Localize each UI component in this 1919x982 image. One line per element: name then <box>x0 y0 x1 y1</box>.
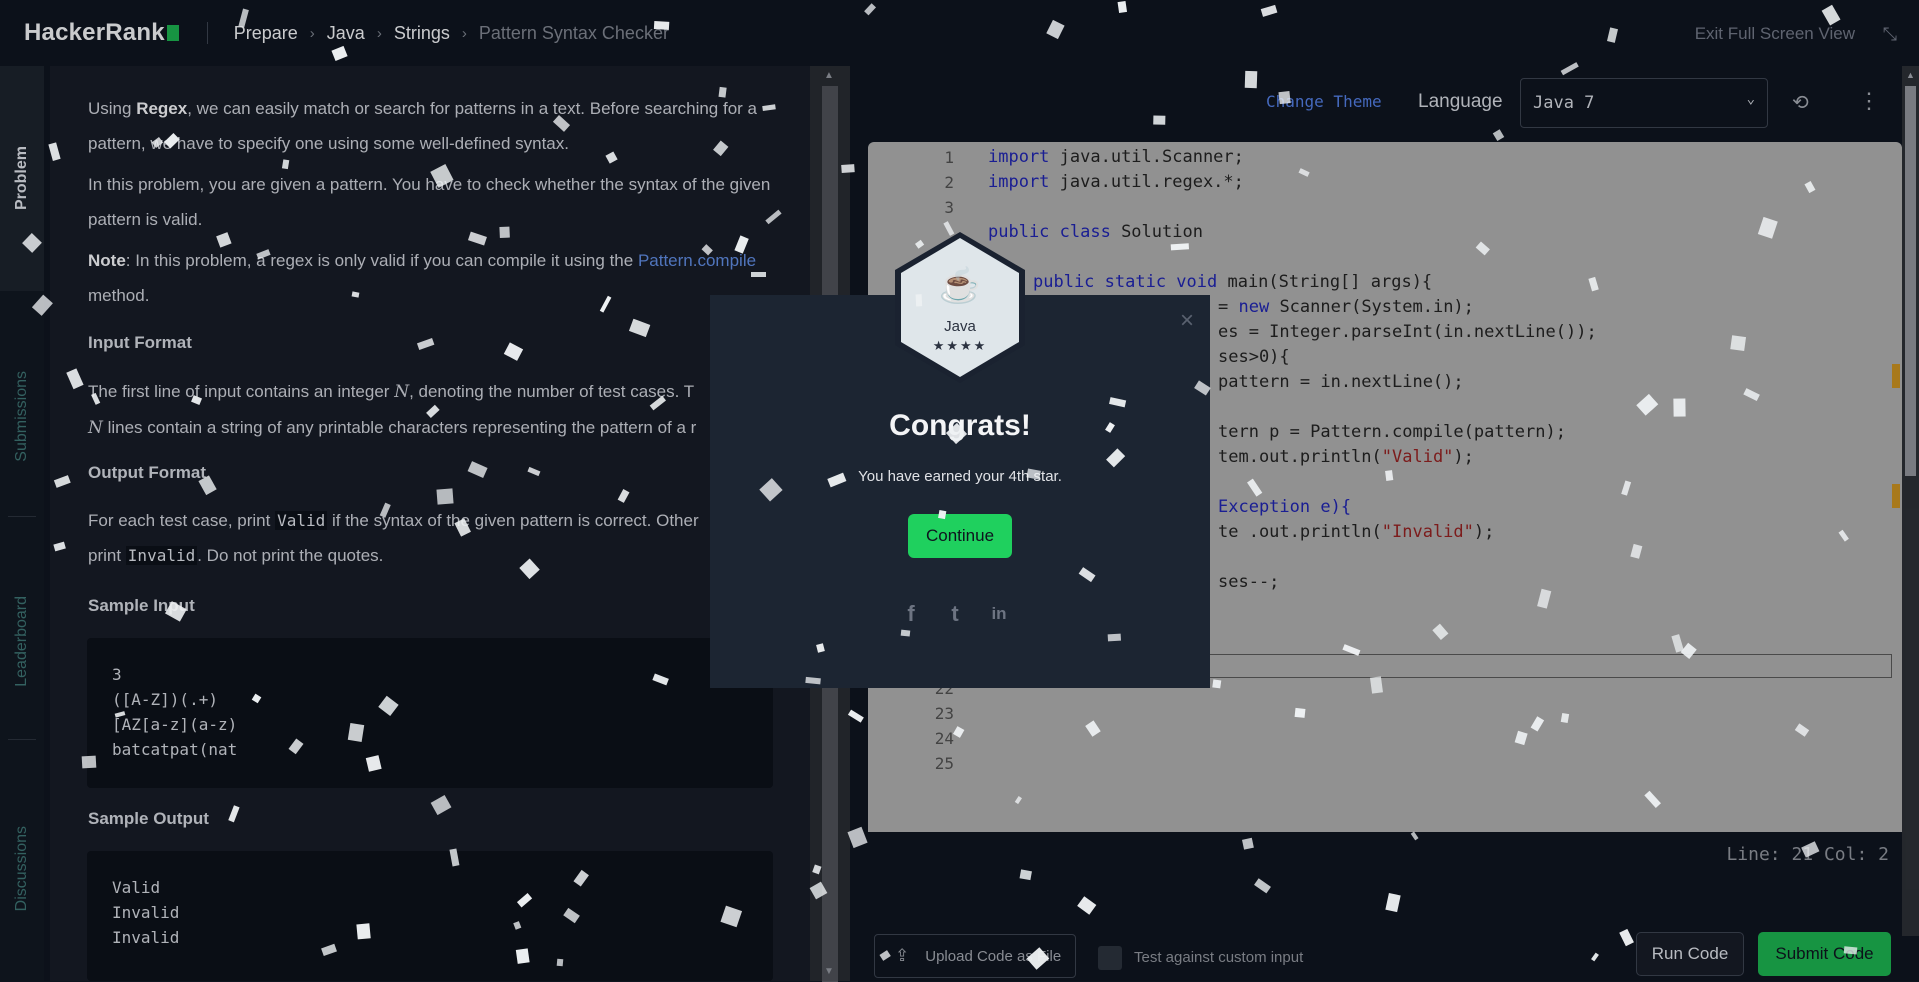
confetti-piece <box>1244 71 1257 89</box>
confetti-piece <box>1369 676 1383 695</box>
confetti-piece <box>751 272 767 278</box>
confetti-piece <box>654 20 670 30</box>
confetti-piece <box>81 755 97 769</box>
java-cup-icon: ☕ <box>938 267 982 305</box>
confetti-piece <box>281 158 289 169</box>
confetti-piece <box>805 676 822 685</box>
confetti-piece <box>556 958 564 966</box>
confetti-piece <box>1385 470 1394 482</box>
confetti-piece <box>356 923 371 940</box>
confetti-piece <box>1242 837 1254 850</box>
linkedin-icon[interactable]: in <box>986 601 1012 627</box>
badge-stars: ★★★★ <box>932 338 988 353</box>
confetti-piece <box>1278 90 1292 104</box>
facebook-icon[interactable]: f <box>898 601 924 627</box>
hexagon-badge-icon <box>895 232 1025 383</box>
confetti-piece <box>1730 335 1747 351</box>
confetti-piece <box>1295 707 1306 718</box>
congrats-message: You have earned your 4th star. <box>858 468 1062 485</box>
confetti-piece <box>938 510 946 520</box>
close-icon[interactable]: × <box>1180 307 1194 335</box>
confetti-piece <box>915 293 922 306</box>
continue-button[interactable]: Continue <box>908 514 1012 558</box>
confetti-piece <box>900 629 911 637</box>
confetti-piece <box>1212 679 1222 689</box>
confetti-piece <box>717 86 727 98</box>
confetti-piece <box>351 291 360 298</box>
confetti-piece <box>1117 1 1127 14</box>
badge-name: Java <box>944 318 976 335</box>
confetti-piece <box>1108 634 1122 642</box>
confetti-piece <box>1170 243 1189 251</box>
confetti-piece <box>840 164 855 174</box>
confetti-piece <box>1019 868 1033 880</box>
confetti-piece <box>516 948 530 964</box>
confetti-piece <box>1674 398 1687 417</box>
twitter-icon[interactable]: t <box>942 601 968 627</box>
confetti-piece <box>499 226 511 239</box>
confetti-piece <box>1843 946 1857 955</box>
confetti-piece <box>347 723 365 743</box>
confetti-piece <box>436 488 454 505</box>
java-badge: ☕ Java ★★★★ <box>893 230 1027 385</box>
confetti-piece <box>1153 115 1166 125</box>
